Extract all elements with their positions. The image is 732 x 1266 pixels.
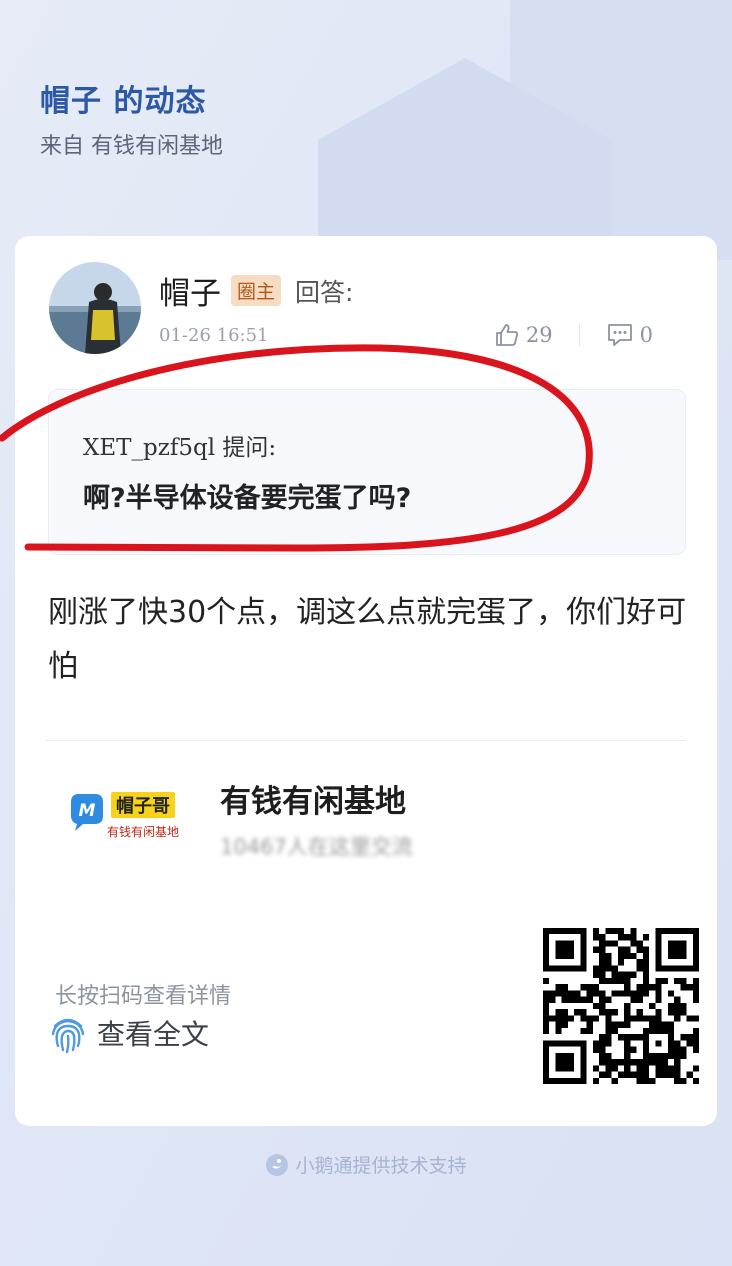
group-description: 10467人在这里交流 — [220, 835, 413, 859]
thumbs-up-icon — [495, 324, 518, 346]
xiaoe-logo-icon — [266, 1153, 289, 1176]
post-stats: 29 0 — [494, 322, 653, 348]
question-box[interactable]: XET_pzf5ql 提问: 啊?半导体设备要完蛋了吗? — [48, 389, 686, 555]
stats-divider — [578, 324, 580, 346]
like-count: 29 — [525, 323, 553, 347]
svg-text:有钱有闲基地: 有钱有闲基地 — [107, 824, 179, 839]
answer-text: 刚涨了快30个点，调这么点就完蛋了，你们好可怕 — [48, 595, 687, 684]
qr-code[interactable] — [543, 928, 699, 1084]
author-name[interactable]: 帽子 — [159, 268, 221, 313]
owner-badge: 圈主 — [231, 275, 282, 306]
post-time: 01-26 16:51 — [159, 325, 269, 346]
svg-text:M: M — [79, 801, 96, 821]
post-card: 帽子 圈主 回答: 01-26 16:51 29 0 XET_pzf5ql 提问… — [15, 236, 717, 1126]
group-name[interactable]: 有钱有闲基地 — [220, 776, 406, 821]
like-button[interactable]: 29 — [494, 322, 553, 348]
view-full-button[interactable]: 查看全文 — [49, 1012, 209, 1054]
divider — [46, 740, 686, 741]
answer-label: 回答: — [295, 277, 354, 307]
page-title: 帽子 的动态 — [40, 84, 207, 119]
view-full-label: 查看全文 — [97, 1018, 210, 1051]
fingerprint-icon — [51, 1018, 85, 1054]
question-text: 啊?半导体设备要完蛋了吗? — [83, 483, 412, 514]
comment-count: 0 — [639, 323, 653, 347]
avatar[interactable] — [49, 262, 141, 354]
svg-text:帽子哥: 帽子哥 — [116, 795, 170, 817]
group-logo[interactable]: M 帽子哥 有钱有闲基地 — [67, 786, 187, 858]
comment-button[interactable]: 0 — [606, 322, 653, 348]
comment-icon — [607, 324, 632, 346]
powered-by: 小鹅通提供技术支持 — [295, 1155, 467, 1177]
scan-hint: 长按扫码查看详情 — [55, 984, 232, 1009]
question-asker: XET_pzf5ql 提问: — [83, 435, 277, 461]
author-row: 帽子 圈主 回答: — [159, 268, 353, 313]
footer: 小鹅通提供技术支持 — [0, 1151, 732, 1178]
page-subtitle: 来自 有钱有闲基地 — [40, 134, 223, 159]
